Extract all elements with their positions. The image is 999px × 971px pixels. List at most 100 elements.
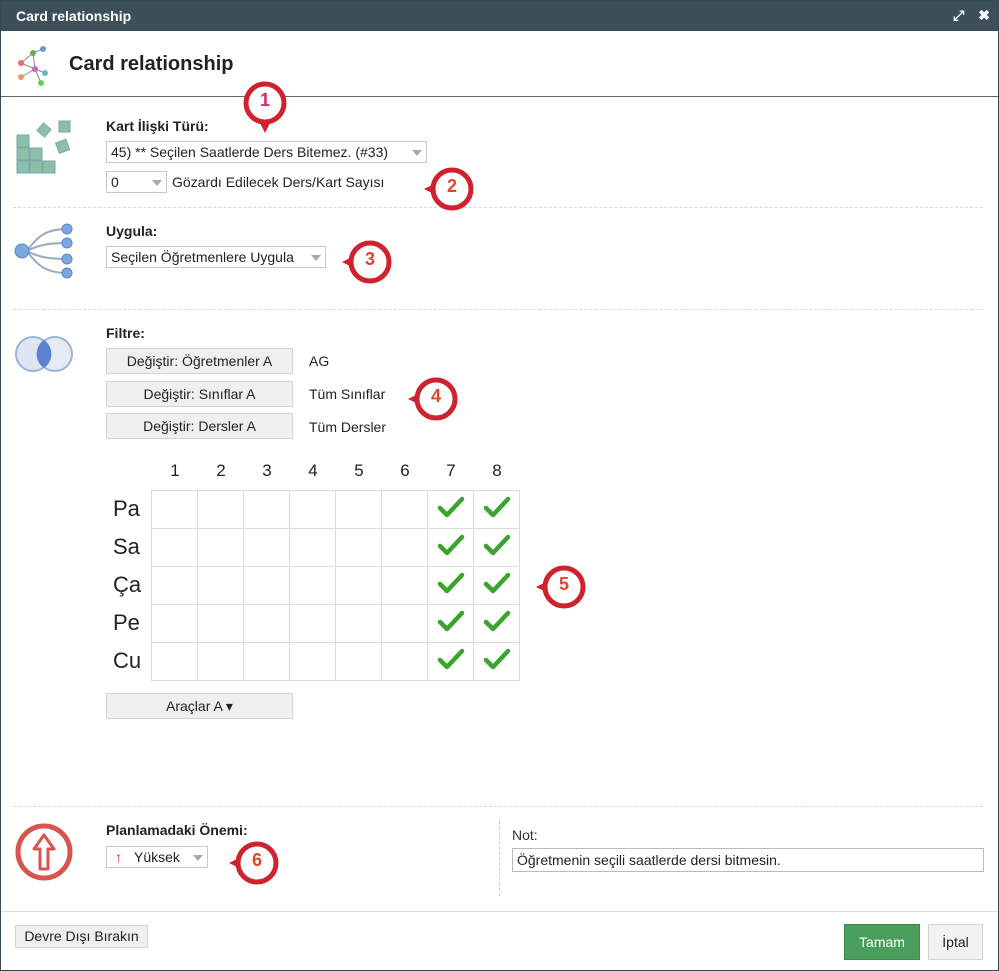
- grid-cell[interactable]: [289, 528, 336, 567]
- red-up-arrow-icon: ↑: [115, 849, 122, 865]
- ignore-count-value: 0: [111, 174, 119, 190]
- card-blocks-icon: [15, 119, 75, 182]
- filter-subjects-value: Tüm Dersler: [309, 419, 387, 435]
- priority-value: Yüksek: [134, 849, 180, 865]
- grid-cell[interactable]: [427, 490, 474, 529]
- grid-cell[interactable]: [427, 604, 474, 643]
- callout-badge: 5: [536, 563, 586, 609]
- disable-button[interactable]: Devre Dışı Bırakın: [15, 925, 148, 948]
- grid-cell[interactable]: [289, 566, 336, 605]
- check-icon: [483, 572, 510, 594]
- apply-select[interactable]: Seçilen Öğretmenlere Uygula: [106, 246, 326, 268]
- filter-classes-value: Tüm Sınıflar: [309, 386, 386, 402]
- apply-value: Seçilen Öğretmenlere Uygula: [111, 249, 294, 265]
- grid-cell[interactable]: [473, 604, 520, 643]
- grid-cell[interactable]: [197, 490, 244, 529]
- grid-cell[interactable]: [427, 642, 474, 681]
- chevron-down-icon: [193, 855, 203, 861]
- grid-cell[interactable]: [335, 490, 382, 529]
- grid-cell[interactable]: [243, 528, 290, 567]
- grid-row: [151, 490, 520, 529]
- dialog-title: Card relationship: [69, 53, 234, 75]
- grid-cell[interactable]: [197, 642, 244, 681]
- maximize-icon[interactable]: ⤢: [953, 7, 964, 23]
- priority-up-icon: [14, 822, 74, 887]
- grid-column-header: 8: [492, 461, 502, 480]
- grid-cell[interactable]: [335, 566, 382, 605]
- grid-cell[interactable]: [151, 490, 198, 529]
- grid-cell[interactable]: [381, 604, 428, 643]
- vertical-divider: [499, 821, 500, 896]
- dialog-window: Card relationship ⤢ ✖ Card relationship: [0, 0, 999, 971]
- ok-button[interactable]: Tamam: [844, 924, 920, 960]
- grid-cell[interactable]: [151, 566, 198, 605]
- grid-cell[interactable]: [381, 642, 428, 681]
- ignore-count-label: Gözardı Edilecek Ders/Kart Sayısı: [172, 174, 385, 190]
- grid-column-header: 3: [262, 461, 272, 480]
- change-subjects-button[interactable]: Değiştir: Dersler A: [106, 413, 293, 439]
- grid-cell[interactable]: [473, 566, 520, 605]
- grid-cell[interactable]: [335, 528, 382, 567]
- grid-cell[interactable]: [197, 566, 244, 605]
- dialog-header: Card relationship: [1, 31, 998, 97]
- check-icon: [437, 648, 464, 670]
- grid-row: [151, 528, 520, 567]
- grid-cell[interactable]: [427, 566, 474, 605]
- grid-cell[interactable]: [335, 604, 382, 643]
- grid-cell[interactable]: [243, 490, 290, 529]
- section-divider: [13, 806, 983, 807]
- callout-badge: 2: [424, 165, 474, 211]
- grid-cell[interactable]: [151, 528, 198, 567]
- grid-cell[interactable]: [289, 604, 336, 643]
- tools-button[interactable]: Araçlar A ▾: [106, 693, 293, 719]
- grid-cell[interactable]: [473, 490, 520, 529]
- badge-number: 1: [259, 90, 270, 110]
- grid-cell[interactable]: [289, 490, 336, 529]
- chevron-down-icon: [311, 255, 321, 261]
- callout-badge: 4: [408, 375, 458, 421]
- change-teachers-button[interactable]: Değiştir: Öğretmenler A: [106, 348, 293, 374]
- relationship-graph-icon: [11, 43, 55, 92]
- filter-label: Filtre:: [106, 325, 145, 341]
- section-divider: [13, 309, 983, 310]
- grid-cell[interactable]: [289, 642, 336, 681]
- badge-number: 4: [430, 386, 441, 406]
- callout-badge: 1: [243, 79, 287, 133]
- grid-column-header: 2: [216, 461, 226, 480]
- priority-label: Planlamadaki Önemi:: [106, 822, 248, 838]
- close-icon[interactable]: ✖: [978, 7, 990, 23]
- grid-cell[interactable]: [473, 642, 520, 681]
- grid-cell[interactable]: [151, 642, 198, 681]
- grid-cell[interactable]: [335, 642, 382, 681]
- grid-cell[interactable]: [427, 528, 474, 567]
- grid-cell[interactable]: [381, 566, 428, 605]
- apply-tree-icon: [13, 221, 75, 288]
- relation-type-select[interactable]: 45) ** Seçilen Saatlerde Ders Bitemez. (…: [106, 141, 427, 163]
- check-icon: [437, 610, 464, 632]
- note-input[interactable]: Öğretmenin seçili saatlerde dersi bitmes…: [512, 848, 984, 872]
- grid-row-header: Cu: [113, 648, 142, 673]
- chevron-down-icon: [152, 180, 162, 186]
- grid-cell[interactable]: [243, 566, 290, 605]
- timetable-grid: [151, 490, 520, 681]
- grid-cell[interactable]: [243, 642, 290, 681]
- grid-column-header: 1: [170, 461, 180, 480]
- grid-row: [151, 604, 520, 643]
- badge-number: 5: [558, 574, 569, 594]
- cancel-button[interactable]: İptal: [928, 924, 983, 960]
- change-classes-button[interactable]: Değiştir: Sınıflar A: [106, 381, 293, 407]
- filter-venn-icon: [13, 334, 77, 379]
- grid-cell[interactable]: [243, 604, 290, 643]
- grid-row: [151, 566, 520, 605]
- grid-cell[interactable]: [197, 604, 244, 643]
- priority-select[interactable]: ↑ Yüksek: [106, 846, 208, 868]
- chevron-down-icon: [412, 150, 422, 156]
- grid-cell[interactable]: [381, 528, 428, 567]
- grid-cell[interactable]: [381, 490, 428, 529]
- grid-cell[interactable]: [197, 528, 244, 567]
- check-icon: [437, 534, 464, 556]
- grid-cell[interactable]: [151, 604, 198, 643]
- grid-cell[interactable]: [473, 528, 520, 567]
- ignore-count-select[interactable]: 0: [106, 171, 167, 193]
- callout-badge: 3: [342, 238, 392, 284]
